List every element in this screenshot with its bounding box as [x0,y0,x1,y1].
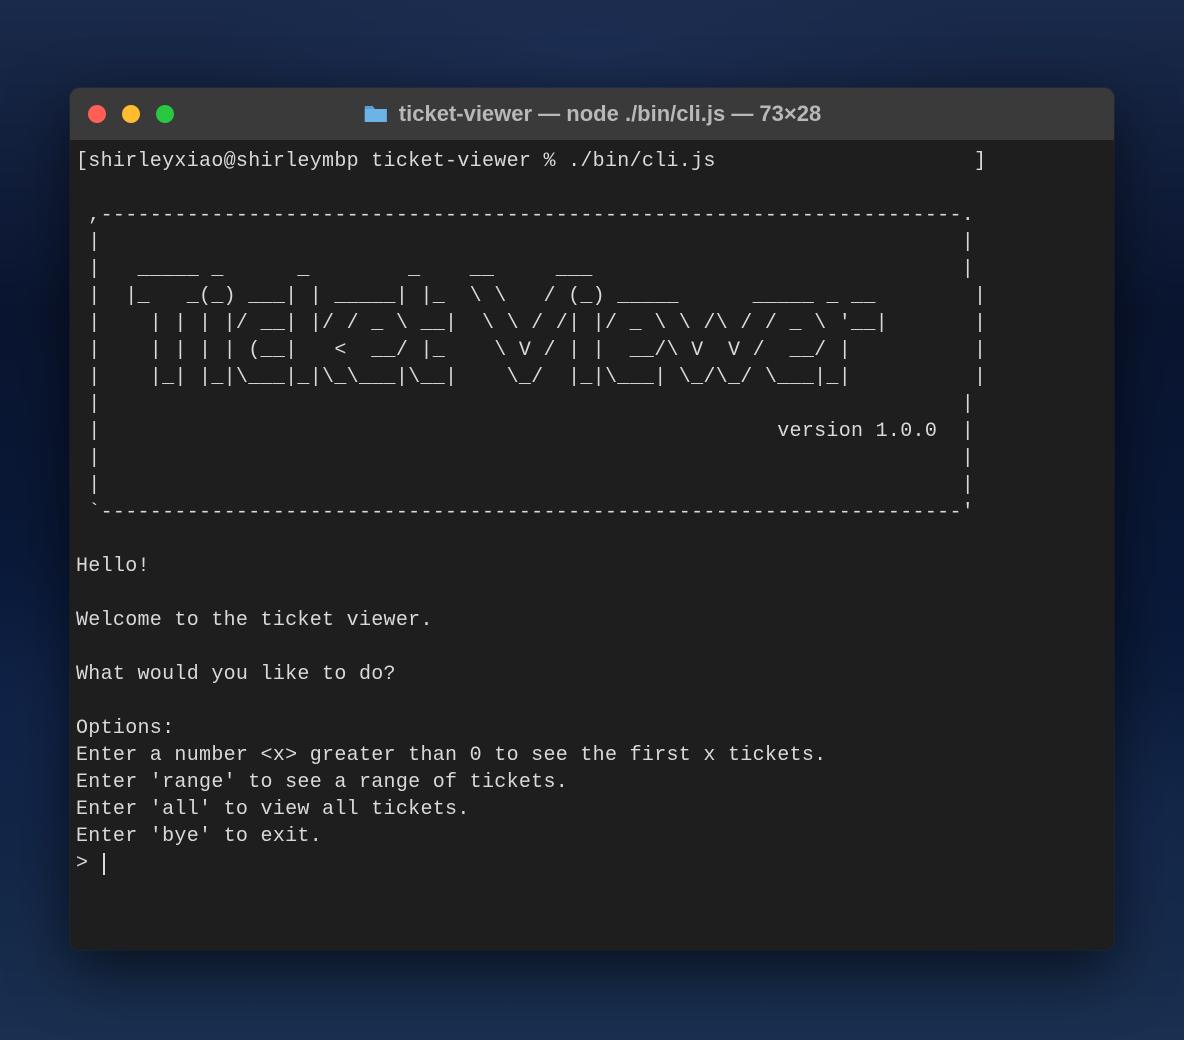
maximize-button[interactable] [156,105,174,123]
option-line: Enter 'all' to view all tickets. [76,798,470,821]
option-line: Enter 'bye' to exit. [76,825,322,848]
cursor [103,853,105,875]
close-button[interactable] [88,105,106,123]
ascii-banner: ,---------------------------------------… [76,204,986,524]
title-bar[interactable]: ticket-viewer — node ./bin/cli.js — 73×2… [70,88,1114,140]
folder-icon [363,104,389,124]
window-title: ticket-viewer — node ./bin/cli.js — 73×2… [363,101,821,127]
window-controls [88,105,174,123]
window-title-text: ticket-viewer — node ./bin/cli.js — 73×2… [399,101,821,127]
welcome-text: Welcome to the ticket viewer. [76,609,433,632]
shell-prompt: [shirleyxiao@shirleymbp ticket-viewer % … [76,150,986,173]
input-prompt[interactable]: > [76,852,101,875]
option-line: Enter a number <x> greater than 0 to see… [76,744,826,767]
minimize-button[interactable] [122,105,140,123]
terminal-body[interactable]: [shirleyxiao@shirleymbp ticket-viewer % … [70,140,1114,885]
greeting-text: Hello! [76,555,150,578]
question-text: What would you like to do? [76,663,396,686]
option-line: Enter 'range' to see a range of tickets. [76,771,568,794]
terminal-window: ticket-viewer — node ./bin/cli.js — 73×2… [70,88,1114,950]
options-header: Options: [76,717,174,740]
